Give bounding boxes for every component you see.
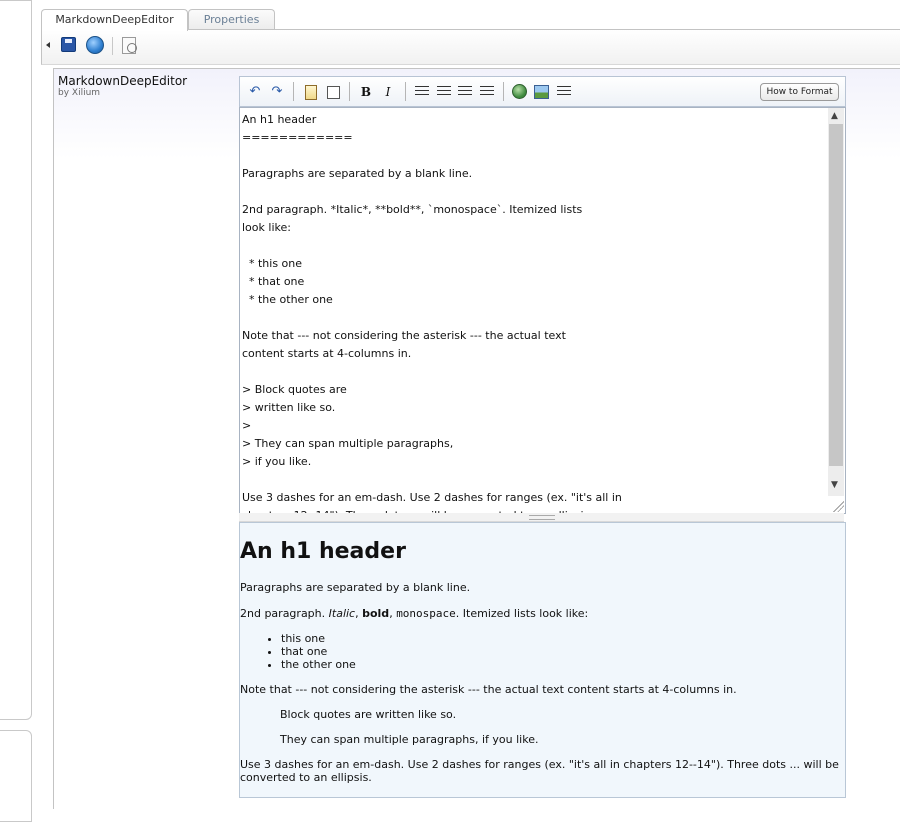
collapse-arrow-icon[interactable] xyxy=(46,42,50,48)
how-to-format-button[interactable]: How to Format xyxy=(760,83,839,101)
numbered-list-icon[interactable] xyxy=(437,86,451,98)
module-title: MarkdownDeepEditor xyxy=(58,74,188,88)
scrollbar-thumb[interactable] xyxy=(829,124,843,466)
source-line: * the other one xyxy=(242,293,333,306)
source-line xyxy=(242,363,822,381)
preview-list: this one that one the other one xyxy=(266,632,356,671)
scroll-down-icon[interactable]: ▼ xyxy=(831,480,838,490)
select-all-icon[interactable] xyxy=(327,86,340,99)
source-line: An h1 header xyxy=(242,113,317,126)
toolbar-separator xyxy=(405,82,406,101)
resize-grip-icon[interactable] xyxy=(830,498,844,512)
markdown-source-textarea[interactable]: An h1 header ============ Paragraphs are s… xyxy=(239,107,846,514)
source-line: look like: xyxy=(242,221,291,234)
indent-icon[interactable] xyxy=(480,86,494,98)
outdent-icon[interactable] xyxy=(458,86,472,98)
link-icon[interactable] xyxy=(512,84,527,99)
bulleted-list-icon[interactable] xyxy=(415,86,429,98)
source-line: * that one xyxy=(242,275,305,288)
left-panel xyxy=(0,0,32,720)
preview-icon[interactable] xyxy=(122,37,137,54)
source-line xyxy=(242,183,822,201)
source-line: > if you like. xyxy=(242,455,312,468)
splitter-handle-icon[interactable] xyxy=(529,515,555,520)
source-line: Note that --- not considering the asteri… xyxy=(242,329,566,342)
source-line: > They can span multiple paragraphs, xyxy=(242,437,454,450)
markdown-source-text[interactable]: An h1 header ============ Paragraphs are s… xyxy=(242,111,822,513)
save-icon[interactable] xyxy=(61,37,76,52)
preview-italic: Italic xyxy=(328,607,356,620)
module-author: by Xilium xyxy=(58,88,101,98)
source-line: Use 3 dashes for an em-dash. Use 2 dashe… xyxy=(242,491,622,504)
toolbar-separator xyxy=(349,82,350,101)
preview-heading: An h1 header xyxy=(240,539,406,564)
source-line xyxy=(242,147,822,165)
toolbar-separator xyxy=(293,82,294,101)
list-item: this one xyxy=(281,632,356,645)
tab-markdowndeepeditor[interactable]: MarkdownDeepEditor xyxy=(41,9,188,31)
source-line: 2nd paragraph. *Italic*, **bold**, `mono… xyxy=(242,203,583,216)
toolbar-separator xyxy=(112,37,113,55)
image-icon[interactable] xyxy=(534,85,549,99)
source-line: content starts at 4-columns in. xyxy=(242,347,412,360)
publish-icon[interactable] xyxy=(86,36,104,54)
source-line: > Block quotes are xyxy=(242,383,347,396)
markdown-preview: An h1 header Paragraphs are separated by… xyxy=(239,522,846,798)
list-item: that one xyxy=(281,645,356,658)
preview-paragraph: 2nd paragraph. Italic, bold, monospace. … xyxy=(240,607,589,620)
module-toolbar xyxy=(41,30,900,65)
preview-paragraph: Note that --- not considering the asteri… xyxy=(240,683,737,696)
source-line: * this one xyxy=(242,257,303,270)
source-line: > xyxy=(242,419,252,432)
source-line: Paragraphs are separated by a blank line… xyxy=(242,167,473,180)
italic-button[interactable]: I xyxy=(382,84,394,100)
redo-icon[interactable]: ↷ xyxy=(270,84,284,100)
toolbar-separator xyxy=(503,82,504,101)
list-item: the other one xyxy=(281,658,356,671)
preview-paragraph: Use 3 dashes for an em-dash. Use 2 dashe… xyxy=(240,758,839,784)
source-line: > written like so. xyxy=(242,401,336,414)
left-panel-lower xyxy=(0,730,32,822)
undo-icon[interactable]: ↶ xyxy=(248,84,262,100)
preview-bold: bold xyxy=(362,607,390,620)
source-line: ============ xyxy=(242,131,353,144)
preview-code: monospace xyxy=(396,607,456,620)
horizontal-rule-icon[interactable] xyxy=(557,86,571,98)
source-line xyxy=(242,237,822,255)
tab-properties[interactable]: Properties xyxy=(188,9,275,30)
source-line xyxy=(242,309,822,327)
preview-blockquote: They can span multiple paragraphs, if yo… xyxy=(280,733,539,746)
bold-button[interactable]: B xyxy=(360,84,372,100)
preview-paragraph: Paragraphs are separated by a blank line… xyxy=(240,581,471,594)
scroll-up-icon[interactable]: ▲ xyxy=(831,111,838,121)
paste-icon[interactable] xyxy=(305,85,317,100)
source-line xyxy=(242,471,822,489)
preview-blockquote: Block quotes are written like so. xyxy=(280,708,457,721)
